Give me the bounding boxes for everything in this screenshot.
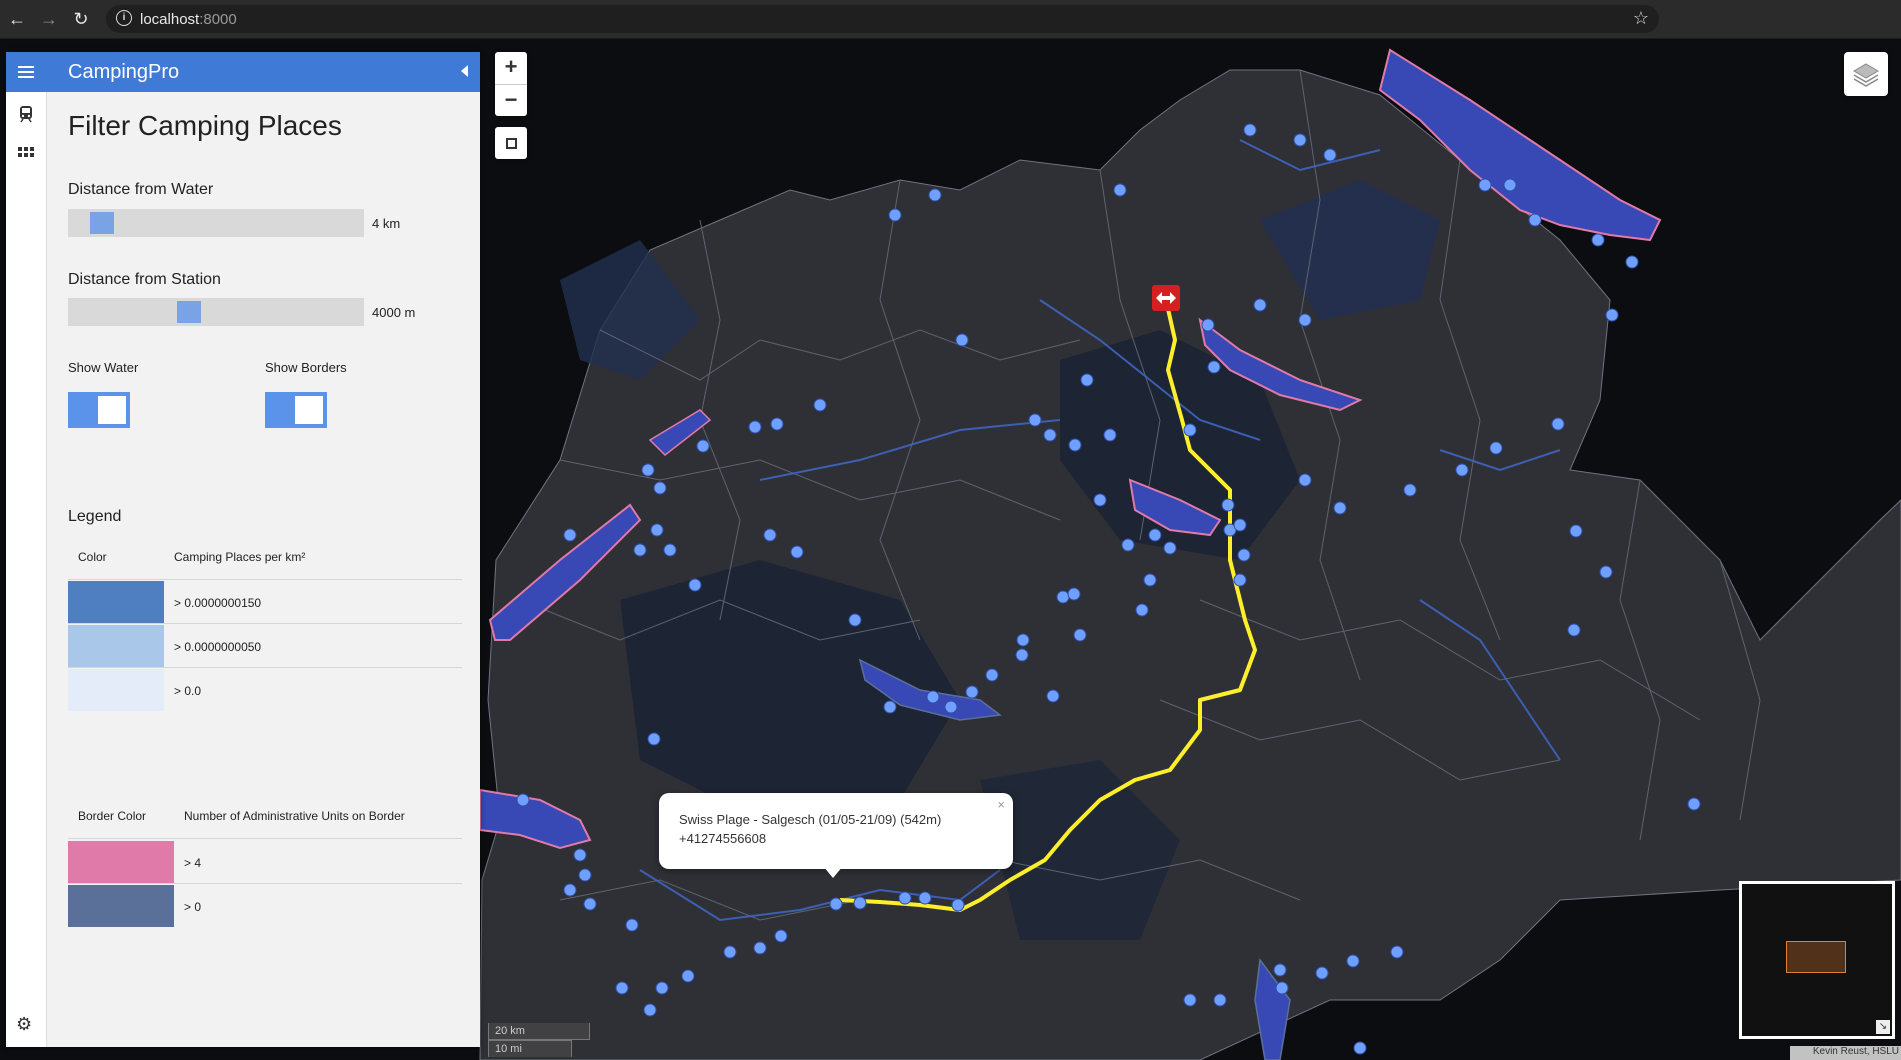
show-water-label: Show Water bbox=[68, 360, 139, 375]
legend-swatch bbox=[68, 581, 164, 623]
water-distance-slider[interactable] bbox=[68, 209, 364, 237]
sidebar-header: CampingPro bbox=[6, 52, 480, 92]
minimap-viewport[interactable] bbox=[1786, 941, 1846, 973]
divider bbox=[68, 579, 462, 580]
camp-popup: Swiss Plage - Salgesch (01/05-21/09) (54… bbox=[659, 793, 1013, 869]
toggle-knob bbox=[98, 396, 126, 424]
sidebar-tabs: ⚙ bbox=[6, 52, 47, 1047]
station-slider-label: Distance from Station bbox=[68, 271, 221, 288]
scale-mi: 10 mi bbox=[488, 1040, 572, 1057]
gear-icon[interactable]: ⚙ bbox=[16, 1014, 32, 1035]
back-icon[interactable]: ← bbox=[6, 8, 28, 30]
water-slider-value: 4 km bbox=[372, 216, 401, 231]
address-bar[interactable]: i localhost:8000 ☆ bbox=[106, 5, 1659, 33]
url-text: localhost:8000 bbox=[140, 11, 237, 28]
train-station-marker bbox=[1152, 285, 1180, 311]
train-icon[interactable] bbox=[16, 104, 36, 124]
collapse-icon[interactable] bbox=[461, 65, 468, 77]
legend-value: > 0 bbox=[184, 900, 202, 914]
legend-value: > 0.0000000050 bbox=[174, 640, 262, 654]
layers-icon bbox=[1853, 63, 1879, 87]
station-distance-slider[interactable] bbox=[68, 298, 364, 326]
browser-toolbar: ← → ↻ i localhost:8000 ☆ bbox=[0, 0, 1901, 39]
zoom-control: + − bbox=[495, 52, 527, 116]
zoom-in-button[interactable]: + bbox=[495, 52, 527, 84]
attribution: Kevin Reust, HSLU bbox=[1790, 1046, 1901, 1060]
panel-title: Filter Camping Places bbox=[68, 110, 342, 141]
forward-icon[interactable]: → bbox=[38, 8, 60, 30]
legend-value: > 0.0000000150 bbox=[174, 596, 262, 610]
toggle-knob bbox=[295, 396, 323, 424]
divider bbox=[68, 838, 462, 839]
legend-density-header: Camping Places per km² bbox=[174, 550, 306, 564]
divider bbox=[68, 623, 462, 624]
zoom-out-button[interactable]: − bbox=[495, 84, 527, 117]
fullscreen-icon bbox=[506, 138, 517, 149]
show-water-toggle[interactable] bbox=[68, 392, 130, 428]
grid-icon[interactable] bbox=[16, 144, 36, 164]
legend-swatch bbox=[68, 625, 164, 667]
legend-swatch bbox=[68, 841, 174, 883]
slider-thumb[interactable] bbox=[89, 212, 114, 234]
hamburger-icon[interactable] bbox=[18, 63, 34, 81]
fullscreen-button[interactable] bbox=[495, 127, 527, 159]
legend-swatch bbox=[68, 885, 174, 927]
scale-km: 20 km bbox=[488, 1023, 590, 1040]
popup-tip bbox=[823, 866, 843, 878]
minimap[interactable]: ↘ bbox=[1739, 881, 1895, 1039]
legend-title: Legend bbox=[68, 508, 122, 525]
show-borders-label: Show Borders bbox=[265, 360, 347, 375]
legend-color-header: Color bbox=[78, 550, 107, 564]
legend-units-header: Number of Administrative Units on Border bbox=[184, 809, 405, 823]
popup-phone: +41274556608 bbox=[679, 831, 767, 846]
star-icon[interactable]: ☆ bbox=[1633, 8, 1649, 29]
legend-value: > 0.0 bbox=[174, 684, 202, 698]
slider-thumb[interactable] bbox=[176, 301, 201, 323]
country-shape bbox=[479, 69, 1901, 1060]
divider bbox=[68, 667, 462, 668]
close-icon[interactable]: × bbox=[997, 797, 1005, 812]
legend-swatch bbox=[68, 669, 164, 711]
legend-border-header: Border Color bbox=[78, 809, 147, 823]
reload-icon[interactable]: ↻ bbox=[70, 8, 92, 30]
app-title: CampingPro bbox=[68, 61, 180, 83]
water-slider-label: Distance from Water bbox=[68, 181, 214, 198]
divider bbox=[68, 883, 462, 884]
legend-value: > 4 bbox=[184, 856, 202, 870]
layers-button[interactable] bbox=[1844, 52, 1888, 96]
station-slider-value: 4000 m bbox=[372, 305, 416, 320]
show-borders-toggle[interactable] bbox=[265, 392, 327, 428]
info-icon[interactable]: i bbox=[116, 10, 132, 26]
minimap-toggle-icon[interactable]: ↘ bbox=[1876, 1020, 1890, 1034]
sidebar-panel: ⚙ CampingPro Filter Camping Places Dista… bbox=[6, 52, 480, 1047]
popup-title: Swiss Plage - Salgesch (01/05-21/09) (54… bbox=[679, 812, 942, 827]
